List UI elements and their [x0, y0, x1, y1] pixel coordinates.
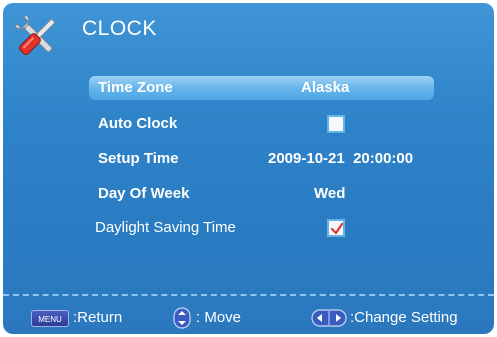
- auto-clock-checkbox[interactable]: [327, 115, 345, 133]
- setup-time-label: Setup Time: [98, 150, 179, 167]
- move-hint: : Move: [196, 309, 242, 326]
- up-down-arrows-icon: [173, 307, 191, 329]
- setup-time-value: 2009-10-21 20:00:00: [268, 150, 414, 167]
- setup-time-row[interactable]: Setup Time 2009-10-21 20:00:00: [89, 147, 434, 171]
- daylight-saving-checkbox[interactable]: [327, 219, 345, 237]
- time-zone-value: Alaska: [301, 79, 350, 96]
- checkmark-icon: [330, 222, 344, 235]
- return-hint: :Return: [73, 309, 123, 326]
- change-setting-hint: :Change Setting: [350, 309, 458, 326]
- day-of-week-row[interactable]: Day Of Week Wed: [89, 182, 434, 206]
- menu-key-icon: MENU: [31, 310, 69, 327]
- daylight-saving-label: Daylight Saving Time: [95, 219, 236, 236]
- tools-icon: [14, 14, 56, 55]
- auto-clock-label: Auto Clock: [98, 115, 178, 132]
- time-zone-label: Time Zone: [98, 79, 173, 96]
- footer-hints: MENU :Return : Move :Change Setting: [3, 305, 494, 331]
- left-right-arrows-icon: [311, 309, 347, 327]
- page-title: CLOCK: [82, 17, 157, 40]
- footer-divider: [3, 294, 494, 296]
- time-zone-row[interactable]: Time Zone Alaska: [89, 76, 434, 100]
- day-of-week-value: Wed: [314, 185, 346, 202]
- day-of-week-label: Day Of Week: [98, 185, 190, 202]
- daylight-saving-row[interactable]: Daylight Saving Time: [89, 216, 434, 240]
- clock-settings-panel: CLOCK Time Zone Alaska Auto Clock Setup …: [3, 3, 494, 334]
- auto-clock-row[interactable]: Auto Clock: [89, 112, 434, 136]
